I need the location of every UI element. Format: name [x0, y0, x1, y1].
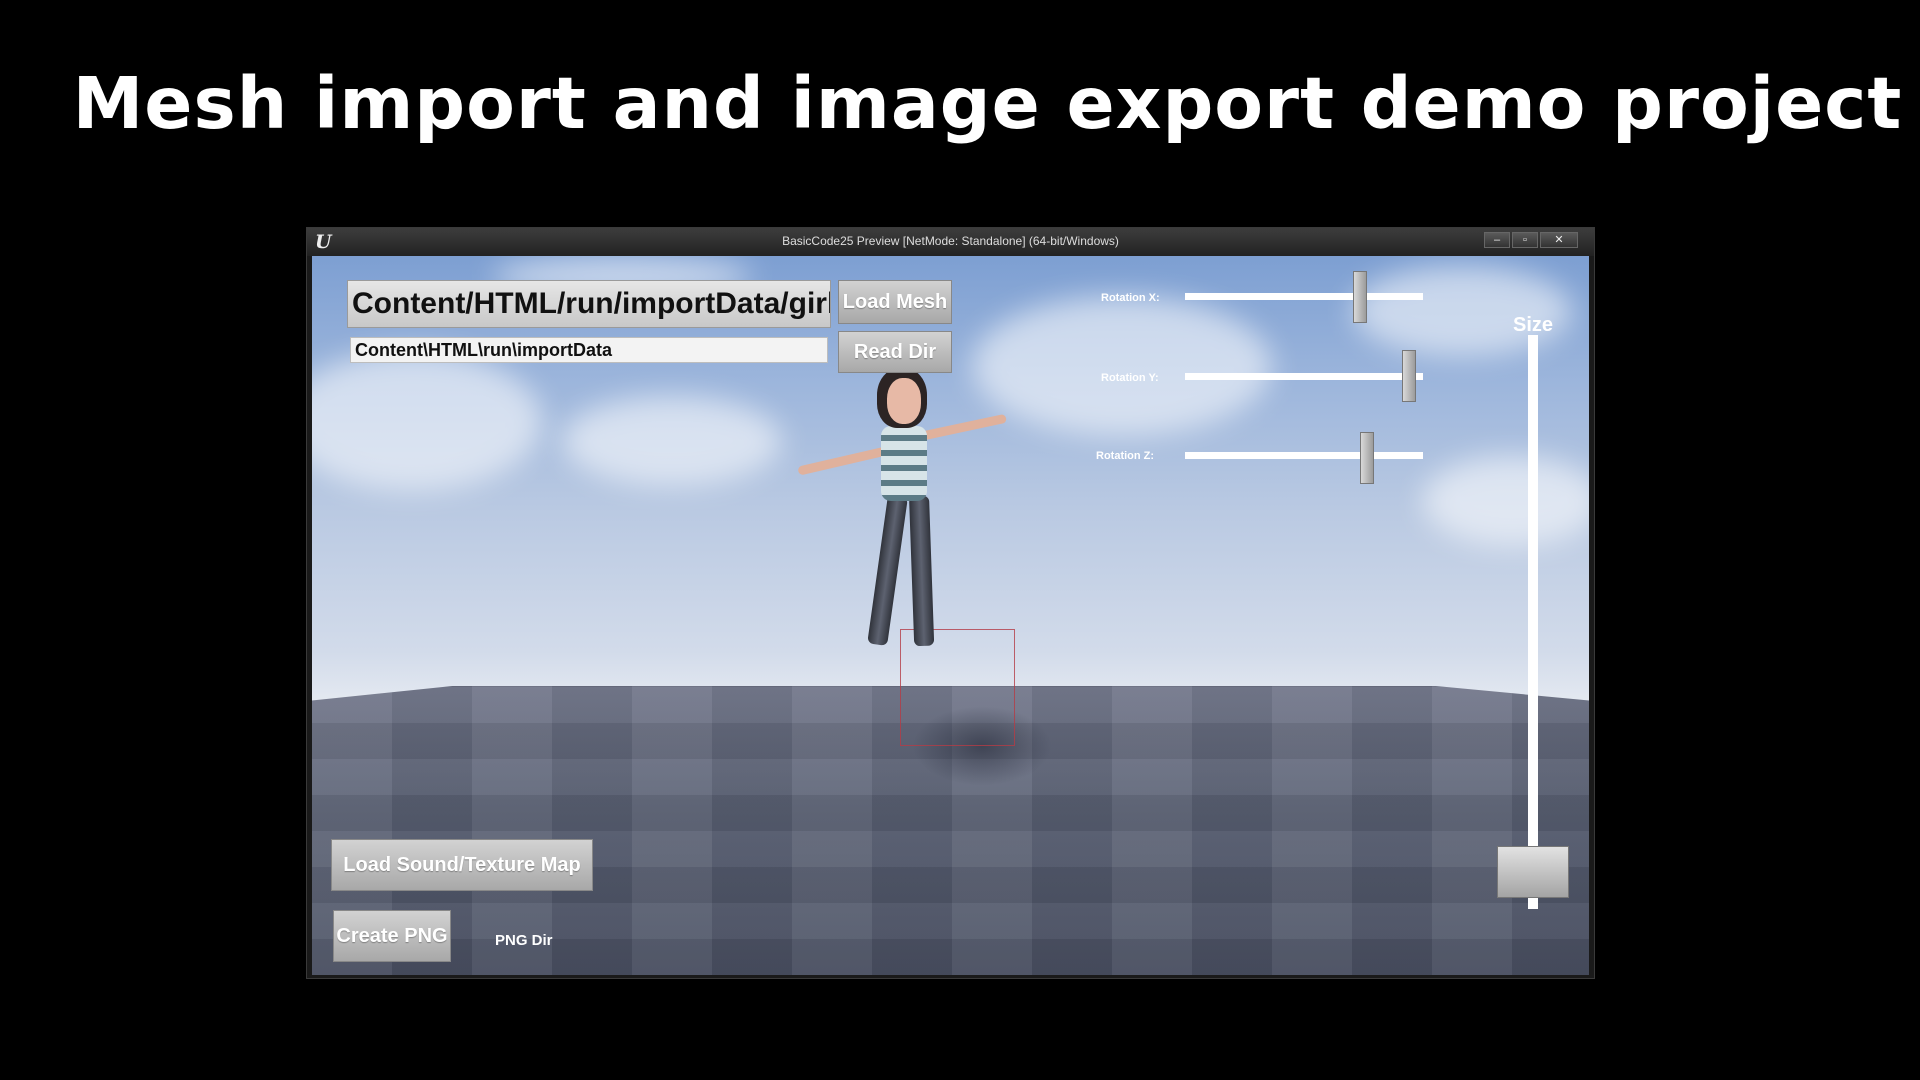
character-right-arm [919, 413, 1008, 441]
character-face [887, 378, 921, 424]
rotation-z-label: Rotation Z: [1096, 450, 1155, 462]
game-window: U BasicCode25 Preview [NetMode: Standalo… [306, 227, 1595, 979]
mesh-bounding-box [900, 629, 1015, 746]
create-png-button[interactable]: Create PNG [333, 910, 451, 962]
window-title: BasicCode25 Preview [NetMode: Standalone… [782, 234, 1119, 248]
character-left-leg [867, 494, 908, 646]
load-mesh-button[interactable]: Load Mesh [838, 280, 952, 324]
character-torso [881, 426, 927, 501]
cloud [562, 396, 782, 486]
character-right-leg [909, 495, 935, 647]
3d-viewport[interactable]: Content/HTML/run/importData/girl/girl_ C… [312, 256, 1589, 975]
cloud [1352, 266, 1572, 356]
maximize-button[interactable]: ▫ [1512, 232, 1538, 248]
window-controls: – ▫ ✕ [1484, 232, 1578, 248]
rotation-y-label: Rotation Y: [1101, 372, 1159, 384]
rotation-x-label: Rotation X: [1101, 292, 1160, 304]
rotation-y-slider[interactable] [1185, 373, 1423, 380]
cloud [312, 351, 542, 491]
rotation-x-slider[interactable] [1185, 293, 1423, 300]
rotation-z-slider[interactable] [1185, 452, 1423, 459]
minimize-button[interactable]: – [1484, 232, 1510, 248]
window-titlebar[interactable]: U BasicCode25 Preview [NetMode: Standalo… [307, 228, 1594, 256]
slide-title: Mesh import and image export demo projec… [72, 62, 1903, 145]
directory-path-input[interactable]: Content\HTML\run\importData [350, 337, 828, 363]
close-button[interactable]: ✕ [1540, 232, 1578, 248]
load-sound-texture-button[interactable]: Load Sound/Texture Map [331, 839, 593, 891]
size-slider-thumb[interactable] [1497, 846, 1569, 898]
rotation-y-slider-thumb[interactable] [1402, 350, 1417, 402]
read-dir-button[interactable]: Read Dir [838, 331, 952, 373]
character-left-arm [797, 446, 890, 476]
size-label: Size [1513, 314, 1554, 336]
png-dir-label: PNG Dir [495, 932, 553, 949]
cloud [972, 296, 1272, 436]
rotation-z-slider-thumb[interactable] [1359, 432, 1374, 484]
size-slider[interactable] [1528, 335, 1538, 909]
rotation-x-slider-thumb[interactable] [1353, 271, 1367, 323]
cloud [1422, 456, 1589, 546]
mesh-path-input[interactable]: Content/HTML/run/importData/girl/girl_ [347, 280, 831, 328]
